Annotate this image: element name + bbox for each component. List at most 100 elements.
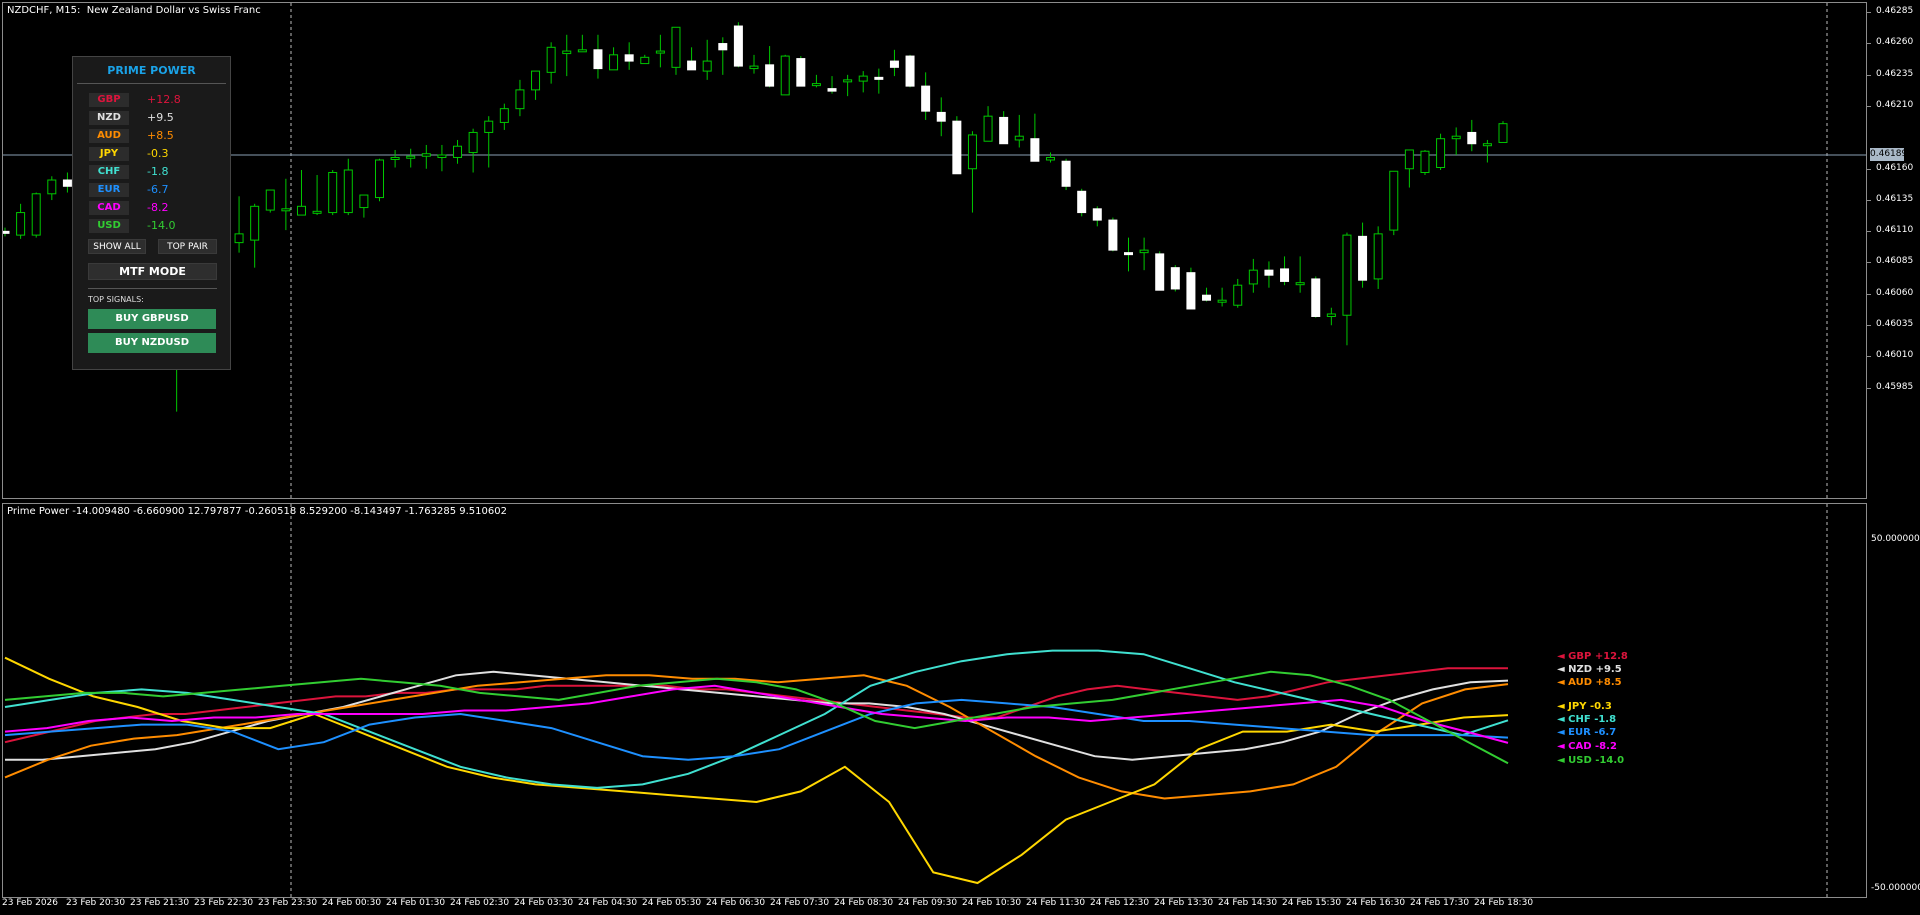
time-label: 24 Feb 06:30 <box>706 898 766 908</box>
currency-strength-value: +9.5 <box>147 111 174 124</box>
candle <box>359 194 369 218</box>
time-label: 24 Feb 05:30 <box>642 898 702 908</box>
candle <box>437 144 447 172</box>
time-label: 24 Feb 03:30 <box>514 898 574 908</box>
price-tick <box>1867 325 1871 326</box>
candle <box>343 158 353 216</box>
time-label: 24 Feb 02:30 <box>450 898 510 908</box>
top-pair-button[interactable]: TOP PAIR <box>158 239 217 254</box>
candle <box>687 47 697 71</box>
candle <box>328 170 338 216</box>
candle <box>718 37 728 75</box>
candle <box>312 175 322 216</box>
currency-strength-value: -1.8 <box>147 165 169 178</box>
current-price-marker: 0.46189 <box>1870 148 1908 161</box>
candle <box>1170 265 1180 292</box>
time-label: 23 Feb 21:30 <box>130 898 190 908</box>
candle <box>843 74 853 97</box>
candle <box>1124 237 1133 272</box>
time-label: 24 Feb 10:30 <box>962 898 1022 908</box>
candle <box>671 26 681 75</box>
currency-strength-value: +8.5 <box>147 129 174 142</box>
candle <box>796 56 806 87</box>
candle <box>1186 267 1196 310</box>
time-label: 24 Feb 09:30 <box>898 898 958 908</box>
signal-buy-nzdusd-button[interactable]: BUY NZDUSD <box>88 333 216 353</box>
candle <box>1358 222 1368 288</box>
candle <box>1139 237 1149 271</box>
time-label: 24 Feb 00:30 <box>322 898 382 908</box>
candle <box>1155 251 1165 291</box>
time-label: 23 Feb 20:30 <box>66 898 126 908</box>
candle <box>515 79 525 117</box>
candle <box>936 97 946 137</box>
currency-strength-value: -6.7 <box>147 183 169 196</box>
price-label: 0.46060 <box>1876 287 1914 298</box>
time-label: 23 Feb 23:30 <box>258 898 318 908</box>
candle <box>406 148 416 168</box>
candle <box>1030 113 1040 162</box>
candle <box>577 34 587 53</box>
candle <box>546 42 556 84</box>
currency-code: GBP <box>89 93 129 107</box>
candle <box>1217 287 1227 307</box>
currency-strength-value: -8.2 <box>147 201 169 214</box>
currency-strength-value: -14.0 <box>147 219 176 232</box>
candle <box>640 54 650 65</box>
candle <box>1373 226 1383 289</box>
price-label: 0.46135 <box>1876 193 1914 204</box>
candle <box>811 74 821 88</box>
candle <box>562 34 572 77</box>
candle <box>1264 261 1274 288</box>
candle <box>31 192 41 238</box>
candle <box>265 189 275 213</box>
candle <box>1404 149 1414 188</box>
time-label: 23 Feb 2026 <box>2 898 59 908</box>
currency-strength-value: -0.3 <box>147 147 169 160</box>
signal-buy-gbpusd-button[interactable]: BUY GBPUSD <box>88 309 216 329</box>
time-label: 24 Feb 01:30 <box>386 898 446 908</box>
candle <box>967 131 977 213</box>
candle <box>1389 170 1399 236</box>
candle <box>1045 152 1055 163</box>
main-chart-pane[interactable]: NZDCHF, M15: New Zealand Dollar vs Swiss… <box>2 2 1867 499</box>
mtf-mode-button[interactable]: MTF MODE <box>88 263 217 280</box>
candle <box>250 203 260 268</box>
candle <box>453 139 463 164</box>
price-label: 0.46110 <box>1876 225 1914 236</box>
candle <box>1498 121 1508 143</box>
candle <box>1467 119 1477 152</box>
currency-code: EUR <box>89 183 129 197</box>
candle <box>624 42 634 70</box>
price-tick <box>1867 199 1871 201</box>
currency-strength-value: +12.8 <box>147 93 181 106</box>
candle <box>702 39 712 80</box>
candle <box>390 149 400 168</box>
legend-item: ◄ GBP +12.8 <box>1557 651 1628 662</box>
time-label: 24 Feb 04:30 <box>578 898 638 908</box>
price-label: 0.46160 <box>1876 162 1914 173</box>
candle <box>47 176 57 201</box>
candlestick-chart <box>3 3 1866 498</box>
show-all-button[interactable]: SHOW ALL <box>88 239 146 254</box>
candle <box>234 196 244 253</box>
price-label: 0.46035 <box>1876 319 1914 329</box>
candle <box>375 158 384 202</box>
candle <box>921 72 931 120</box>
currency-code: NZD <box>89 111 129 125</box>
time-label: 23 Feb 22:30 <box>194 898 254 908</box>
price-tick <box>1867 262 1871 264</box>
time-label: 24 Feb 15:30 <box>1282 898 1342 908</box>
candle <box>1311 276 1321 318</box>
candle <box>905 54 915 88</box>
candle <box>999 111 1009 145</box>
candle <box>858 71 868 93</box>
indicator-axis-bottom: -50.000000 <box>1871 883 1920 893</box>
price-tick <box>1867 74 1871 76</box>
candle <box>874 68 884 94</box>
candle <box>1202 287 1212 302</box>
price-tick <box>1867 12 1871 13</box>
candle <box>827 76 837 94</box>
legend-item: ◄ CAD -8.2 <box>1557 741 1617 752</box>
candle <box>1061 158 1071 191</box>
